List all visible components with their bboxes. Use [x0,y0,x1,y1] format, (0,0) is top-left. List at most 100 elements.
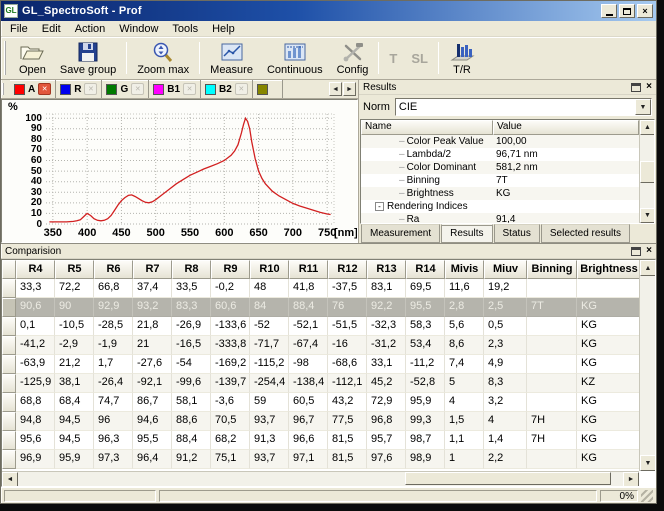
table-row[interactable]: -125,938,1-26,4-92,1-99,6-139,7-254,4-13… [2,374,655,393]
tab-selected-results[interactable]: Selected results [541,224,630,243]
scroll-right-icon[interactable]: ► [343,82,356,96]
title-bar[interactable]: GL GL_SpectroSoft - Prof × [1,1,656,21]
table-row[interactable]: 33,372,266,837,433,5-0,24841,8-37,583,16… [2,279,655,298]
column-header-value[interactable]: Value [493,120,639,135]
results-vscroll-thumb[interactable] [640,161,655,183]
spectrum-tab-A[interactable]: A✕ [10,80,56,98]
column-header-mivis[interactable]: Mivis [445,260,484,279]
close-tab-icon[interactable]: ✕ [84,83,97,95]
close-button[interactable]: × [637,4,653,18]
row-selector[interactable] [2,298,16,317]
column-header-r5[interactable]: R5 [55,260,94,279]
float-panel-icon[interactable] [631,247,641,256]
menu-edit[interactable]: Edit [35,22,68,36]
table-row[interactable]: 96,995,997,396,491,275,193,797,181,597,6… [2,450,655,469]
tabstrip-grip[interactable] [2,83,7,95]
scroll-down-icon[interactable]: ▼ [640,208,655,223]
column-header-r4[interactable]: R4 [16,260,55,279]
column-header-r7[interactable]: R7 [133,260,172,279]
results-row[interactable]: –Binning7T [361,174,654,187]
tab-measurement[interactable]: Measurement [361,224,440,243]
column-header-r13[interactable]: R13 [367,260,406,279]
menu-window[interactable]: Window [112,22,165,36]
tr-button[interactable]: T/R [442,38,482,78]
menu-help[interactable]: Help [205,22,242,36]
resize-grip[interactable] [641,490,653,502]
results-row[interactable]: –Color Peak Value100,00 [361,135,654,148]
row-selector[interactable] [2,431,16,450]
close-tab-icon[interactable]: ✕ [131,83,144,95]
tree-collapse-icon[interactable]: - [375,202,384,211]
column-header-miuv[interactable]: Miuv [484,260,527,279]
tab-status[interactable]: Status [494,224,540,243]
save-group-button[interactable]: Save group [53,38,123,78]
comparison-vscrollbar[interactable]: ▲ ▼ [639,260,655,471]
menu-action[interactable]: Action [68,22,113,36]
spectrum-tab-partial[interactable] [253,80,283,98]
column-header-brightness[interactable]: Brightness [577,260,641,279]
config-button[interactable]: Config [330,38,376,78]
chevron-down-icon[interactable]: ▼ [635,99,651,115]
results-vscroll-track[interactable] [640,135,654,208]
results-row[interactable]: -Rendering Indices [361,200,654,213]
continuous-button[interactable]: Continuous [260,38,330,78]
spectrum-tab-B2[interactable]: B2✕ [201,80,253,98]
scroll-left-icon[interactable]: ◄ [2,472,18,487]
close-tab-icon[interactable]: ✕ [183,83,196,95]
results-row[interactable]: –Ra91,4 [361,213,654,224]
column-header-r11[interactable]: R11 [289,260,328,279]
scroll-up-icon[interactable]: ▲ [640,260,656,276]
row-selector[interactable] [2,317,16,336]
table-row[interactable]: 0,1-10,5-28,521,8-26,9-133,6-52-52,1-51,… [2,317,655,336]
tab-results[interactable]: Results [441,224,492,243]
toolbar-grip[interactable] [4,41,9,75]
spectrum-tab-G[interactable]: G✕ [102,80,149,98]
table-row[interactable]: 68,868,474,786,758,1-3,65960,543,272,995… [2,393,655,412]
results-row[interactable]: –Color Dominant581,2 nm [361,161,654,174]
spectrum-chart[interactable]: % [nm] 010203040506070809010035040045050… [1,99,358,243]
maximize-button[interactable] [619,4,635,18]
table-row[interactable]: 95,694,596,395,588,468,291,396,681,595,7… [2,431,655,450]
row-selector[interactable] [2,412,16,431]
table-row[interactable]: 94,894,59694,688,670,593,796,777,596,899… [2,412,655,431]
column-header-binning[interactable]: Binning [527,260,577,279]
column-header-r14[interactable]: R14 [406,260,445,279]
table-row[interactable]: -41,2-2,9-1,921-16,5-333,8-71,7-67,4-16-… [2,336,655,355]
column-header-r12[interactable]: R12 [328,260,367,279]
row-selector[interactable] [2,374,16,393]
row-selector[interactable] [2,393,16,412]
scroll-left-icon[interactable]: ◄ [329,82,342,96]
zoom-max-button[interactable]: Zoom max [130,38,196,78]
norm-select[interactable]: CIE ▼ [395,98,652,116]
results-row[interactable]: –Lambda/296,71 nm [361,148,654,161]
close-tab-icon[interactable]: ✕ [235,83,248,95]
column-header-name[interactable]: Name [361,120,493,135]
results-row[interactable]: –BrightnessKG [361,187,654,200]
row-selector[interactable] [2,450,16,469]
close-panel-icon[interactable]: × [646,246,652,256]
column-header-r8[interactable]: R8 [172,260,211,279]
float-panel-icon[interactable] [631,83,641,92]
menu-file[interactable]: File [3,22,35,36]
row-selector[interactable] [2,336,16,355]
table-row[interactable]: 90,69092,993,283,360,68488,47692,295,52,… [2,298,655,317]
open-button[interactable]: Open [12,38,53,78]
close-tab-icon[interactable]: ✕ [38,83,51,95]
table-row[interactable]: -63,921,21,7-27,6-54-169,2-115,2-98-68,6… [2,355,655,374]
column-header-r10[interactable]: R10 [250,260,289,279]
spectrum-tab-B1[interactable]: B1✕ [149,80,201,98]
comparison-hscroll-thumb[interactable] [405,472,611,485]
results-vscrollbar[interactable]: ▲ ▼ [639,120,654,223]
comparison-hscrollbar[interactable]: ◄ ► [2,471,639,486]
close-panel-icon[interactable]: × [646,82,652,92]
scroll-down-icon[interactable]: ▼ [640,455,656,471]
row-selector[interactable] [2,355,16,374]
column-header-r9[interactable]: R9 [211,260,250,279]
scroll-up-icon[interactable]: ▲ [640,120,655,135]
row-selector[interactable] [2,279,16,298]
measure-button[interactable]: Measure [203,38,260,78]
menu-tools[interactable]: Tools [165,22,205,36]
column-header-r6[interactable]: R6 [94,260,133,279]
comparison-hscroll-track[interactable] [18,472,623,486]
spectrum-tab-R[interactable]: R✕ [56,80,102,98]
